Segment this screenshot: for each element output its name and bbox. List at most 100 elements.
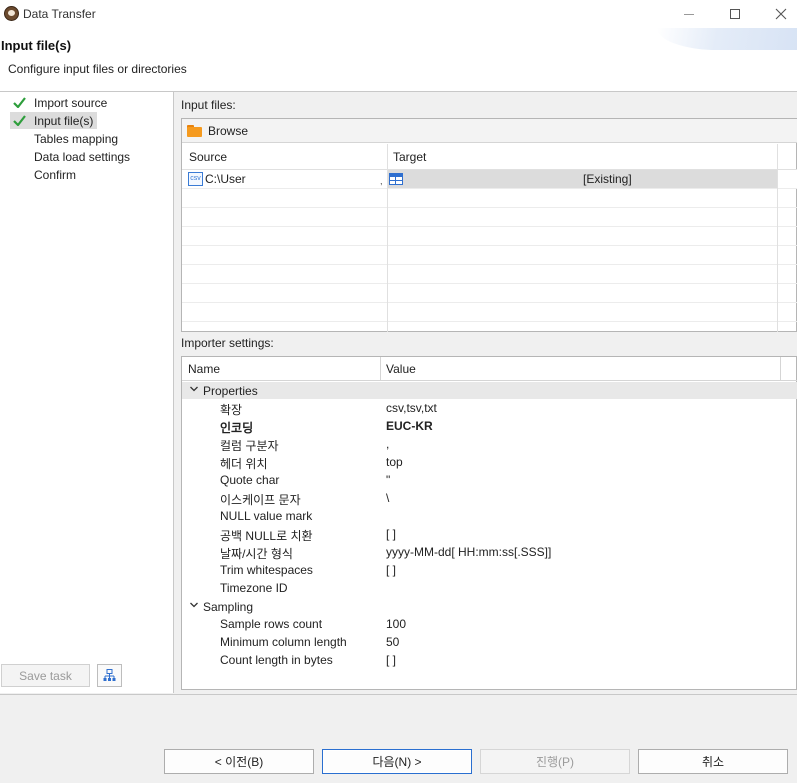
property-name: 이스케이프 문자: [220, 493, 301, 507]
title-bar: Data Transfer: [0, 0, 797, 28]
column-header-source[interactable]: Source: [189, 150, 227, 164]
property-value[interactable]: yyyy-MM-dd[ HH:mm:ss[.SSS]]: [386, 545, 551, 559]
step-confirm[interactable]: Confirm: [10, 166, 80, 183]
property-row[interactable]: Trim whitespaces [ ]: [182, 561, 797, 579]
column-header-value[interactable]: Value: [386, 362, 416, 376]
property-name: NULL value mark: [220, 509, 313, 523]
property-value[interactable]: top: [386, 455, 403, 469]
check-icon: [10, 114, 28, 128]
property-value[interactable]: 50: [386, 635, 399, 649]
target-status: [Existing]: [583, 172, 632, 186]
property-value[interactable]: 100: [386, 617, 406, 631]
step-tables-mapping[interactable]: Tables mapping: [10, 130, 122, 147]
property-value[interactable]: [ ]: [386, 653, 396, 667]
property-name: Trim whitespaces: [220, 563, 313, 577]
proceed-button[interactable]: 진행(P): [480, 749, 630, 774]
column-divider[interactable]: [777, 144, 778, 332]
property-row[interactable]: NULL value mark: [182, 507, 797, 525]
step-import-source[interactable]: Import source: [10, 94, 111, 111]
minimize-icon: [684, 13, 694, 15]
table-icon: [389, 173, 403, 185]
minimize-button[interactable]: [666, 0, 712, 28]
property-value[interactable]: [ ]: [386, 563, 396, 577]
page-header: Input file(s) Configure input files or d…: [0, 28, 797, 92]
table-row: [182, 322, 797, 341]
step-label: Confirm: [34, 167, 77, 182]
step-label: Import source: [34, 95, 108, 110]
column-header-target[interactable]: Target: [393, 150, 426, 164]
column-divider[interactable]: [380, 357, 381, 381]
property-value[interactable]: ,: [386, 437, 389, 451]
property-name: 공백 NULL로 치환: [220, 529, 313, 543]
property-row[interactable]: 날짜/시간 형식 yyyy-MM-dd[ HH:mm:ss[.SSS]]: [182, 543, 797, 561]
group-sampling[interactable]: Sampling: [182, 598, 797, 615]
property-row[interactable]: 컬럼 구분자,: [182, 435, 797, 453]
importer-settings-table: Name Value Properties 확장 csv,tsv,txt 인코딩 E…: [181, 356, 797, 690]
window-title: Data Transfer: [23, 7, 96, 21]
property-name: 확장: [220, 403, 243, 417]
table-row: [182, 284, 797, 303]
property-value[interactable]: [ ]: [386, 527, 396, 541]
property-row[interactable]: Sample rows count 100: [182, 615, 797, 633]
property-row[interactable]: 헤더 위치 top: [182, 453, 797, 471]
folder-icon: [187, 124, 202, 137]
maximize-icon: [730, 9, 740, 19]
close-icon: [775, 8, 787, 20]
browse-button[interactable]: Browse: [182, 119, 797, 143]
property-value[interactable]: ": [386, 473, 390, 487]
table-header: Source Target: [182, 144, 797, 170]
check-icon: [10, 96, 28, 110]
table-row: [182, 246, 797, 265]
maximize-button[interactable]: [712, 0, 758, 28]
input-files-label: Input files:: [181, 98, 236, 112]
table-row: [182, 303, 797, 322]
property-row[interactable]: 이스케이프 문자 \: [182, 489, 797, 507]
property-name: Sample rows count: [220, 617, 323, 631]
property-name: 인코딩: [220, 421, 254, 435]
table-header: Name Value: [182, 357, 797, 381]
property-name: Quote char: [220, 473, 280, 487]
property-value[interactable]: \: [386, 491, 389, 505]
property-row[interactable]: 공백 NULL로 치환 [ ]: [182, 525, 797, 543]
table-row[interactable]: csv C:\User , [Existing]: [182, 170, 797, 189]
property-row[interactable]: 확장 csv,tsv,txt: [182, 399, 797, 417]
browse-label: Browse: [208, 123, 249, 138]
importer-settings-label: Importer settings:: [181, 336, 274, 350]
property-name: Minimum column length: [220, 635, 347, 649]
property-row[interactable]: 인코딩 EUC-KR: [182, 417, 797, 435]
property-row[interactable]: Quote char ": [182, 471, 797, 489]
property-row[interactable]: Count length in bytes [ ]: [182, 651, 797, 669]
step-label: Data load settings: [34, 149, 131, 164]
property-row[interactable]: Minimum column length 50: [182, 633, 797, 651]
table-row: [182, 265, 797, 284]
property-row[interactable]: Timezone ID: [182, 579, 797, 597]
property-name: 컬럼 구분자: [220, 439, 279, 453]
save-task-button[interactable]: Save task: [1, 664, 90, 687]
wizard-footer: < 이전(B) 다음(N) > 진행(P) 취소: [0, 694, 797, 783]
task-config-button[interactable]: [97, 664, 122, 687]
input-files-box: Browse Source Target csv C:\User , [Exis…: [181, 118, 797, 332]
wizard-steps-panel: Import source Input file(s) Tables mappi…: [0, 92, 174, 693]
cancel-button[interactable]: 취소: [638, 749, 788, 774]
table-row: [182, 227, 797, 246]
back-button[interactable]: < 이전(B): [164, 749, 314, 774]
close-button[interactable]: [758, 0, 797, 28]
step-label: Input file(s): [34, 113, 94, 128]
step-label: Tables mapping: [34, 131, 119, 146]
redacted-area: [252, 170, 382, 188]
input-files-table: Source Target csv C:\User , [Existing]: [182, 144, 797, 341]
column-divider[interactable]: [780, 357, 781, 381]
column-divider[interactable]: [387, 144, 388, 332]
step-input-files[interactable]: Input file(s): [10, 112, 98, 129]
group-properties[interactable]: Properties: [182, 382, 797, 399]
column-header-name[interactable]: Name: [188, 362, 220, 376]
page-title: Input file(s): [1, 38, 72, 53]
table-icon-line: [390, 180, 402, 181]
source-path: C:\User: [205, 172, 246, 186]
property-value[interactable]: EUC-KR: [386, 419, 433, 433]
property-value[interactable]: csv,tsv,txt: [386, 401, 437, 415]
property-name: 날짜/시간 형식: [220, 547, 293, 561]
next-button[interactable]: 다음(N) >: [322, 749, 472, 774]
step-data-load-settings[interactable]: Data load settings: [10, 148, 134, 165]
table-row: [182, 208, 797, 227]
